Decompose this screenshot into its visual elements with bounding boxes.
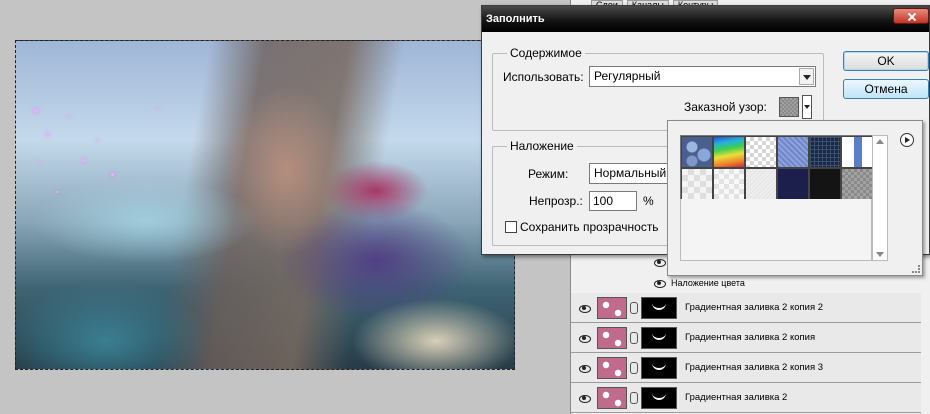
blue-stripe-pattern-icon[interactable]	[841, 136, 873, 168]
scroll-up-icon[interactable]	[876, 139, 884, 144]
layer-row[interactable]: Градиентная заливка 2 копия 3	[571, 353, 921, 383]
layer-thumbnail	[597, 296, 627, 319]
eye-icon[interactable]	[578, 304, 591, 313]
sparkle-decoration	[56, 191, 58, 193]
sparkle-decoration	[156, 107, 158, 109]
use-select-value: Регулярный	[594, 69, 661, 83]
light-noise-pattern-icon[interactable]	[745, 168, 777, 200]
pattern-picker-popup	[667, 120, 923, 276]
sparkle-decoration	[34, 109, 38, 113]
opacity-label: Непрозр.:	[529, 194, 583, 208]
opacity-value: 100	[593, 194, 614, 208]
layer-thumbnail	[597, 386, 627, 409]
preserve-transparency-label[interactable]: Сохранить прозрачность	[520, 220, 659, 234]
effect-label: Наложение цвета	[671, 278, 745, 288]
chain-link-icon[interactable]	[630, 331, 638, 344]
mode-select-value: Нормальный	[594, 166, 667, 180]
eye-icon[interactable]	[578, 364, 591, 373]
opacity-unit: %	[643, 194, 654, 208]
layer-mask-thumbnail[interactable]	[641, 386, 677, 409]
light-checker-pattern-icon[interactable]	[681, 168, 713, 200]
dialog-title: Заполнить	[486, 13, 545, 25]
black-pattern-icon[interactable]	[809, 168, 841, 200]
scroll-down-icon[interactable]	[876, 252, 884, 257]
navy-pattern-icon[interactable]	[777, 168, 809, 200]
gray-checker-pattern-icon[interactable]	[841, 168, 873, 200]
pattern-grid	[680, 135, 873, 200]
chevron-down-icon[interactable]	[799, 68, 814, 85]
resize-grip-icon[interactable]	[912, 265, 920, 273]
sparkle-decoration	[68, 116, 70, 118]
eye-icon[interactable]	[578, 394, 591, 403]
ok-button[interactable]: OK	[843, 51, 929, 71]
layer-mask-thumbnail[interactable]	[641, 326, 677, 349]
layer-row[interactable]: Градиентная заливка 2 копия	[571, 323, 921, 353]
sparkle-decoration	[111, 173, 114, 176]
bubbles-pattern-icon[interactable]	[681, 136, 713, 168]
layer-name: Градиентная заливка 2 копия 3	[685, 362, 824, 373]
pattern-scrollbar[interactable]	[872, 135, 888, 261]
cancel-button[interactable]: Отмена	[843, 79, 929, 99]
layer-row[interactable]: Градиентная заливка 2 копия 2	[571, 293, 921, 323]
eye-icon[interactable]	[653, 258, 666, 267]
layer-name: Градиентная заливка 2 копия	[685, 332, 816, 343]
blue-texture-pattern-icon[interactable]	[777, 136, 809, 168]
sparkle-decoration	[46, 133, 49, 136]
sparkle-decoration	[38, 161, 40, 163]
chain-link-icon[interactable]	[630, 301, 638, 314]
blending-legend: Наложение	[507, 139, 577, 153]
document-canvas[interactable]	[15, 40, 515, 370]
effect-row-color-overlay[interactable]: Наложение цвета	[571, 275, 930, 291]
custom-pattern-label: Заказной узор:	[684, 100, 767, 114]
layer-name: Градиентная заливка 2 копия 2	[685, 302, 824, 313]
picker-menu-icon[interactable]	[900, 133, 914, 147]
eye-icon[interactable]	[653, 279, 666, 288]
chevron-down-icon[interactable]	[802, 95, 812, 119]
layer-row[interactable]: Градиентная заливка 2	[571, 383, 921, 413]
close-button[interactable]	[893, 8, 929, 24]
opacity-input[interactable]: 100	[589, 191, 637, 211]
eye-icon[interactable]	[578, 334, 591, 343]
light-checker-pattern-2-icon[interactable]	[713, 168, 745, 200]
sparkle-decoration	[96, 139, 98, 141]
mode-label: Режим:	[528, 167, 569, 181]
chain-link-icon[interactable]	[630, 361, 638, 374]
preserve-transparency-checkbox[interactable]	[505, 221, 517, 233]
layer-name: Градиентная заливка 2	[685, 392, 788, 403]
layer-thumbnail	[597, 356, 627, 379]
contents-legend: Содержимое	[507, 46, 585, 60]
dark-grid-pattern-icon[interactable]	[809, 136, 841, 168]
rainbow-pattern-icon[interactable]	[713, 136, 745, 168]
custom-pattern-swatch[interactable]	[779, 97, 799, 117]
white-checker-pattern-icon[interactable]	[745, 136, 777, 168]
use-label: Использовать:	[503, 70, 584, 84]
dialog-titlebar[interactable]: Заполнить	[482, 6, 929, 32]
layer-mask-thumbnail[interactable]	[641, 296, 677, 319]
layer-thumbnail	[597, 326, 627, 349]
mode-select[interactable]: Нормальный	[589, 163, 669, 184]
chain-link-icon[interactable]	[630, 391, 638, 404]
use-select[interactable]: Регулярный	[589, 66, 816, 87]
layer-mask-thumbnail[interactable]	[641, 356, 677, 379]
pattern-grid-empty-area	[680, 199, 872, 261]
sparkle-decoration	[82, 159, 85, 162]
